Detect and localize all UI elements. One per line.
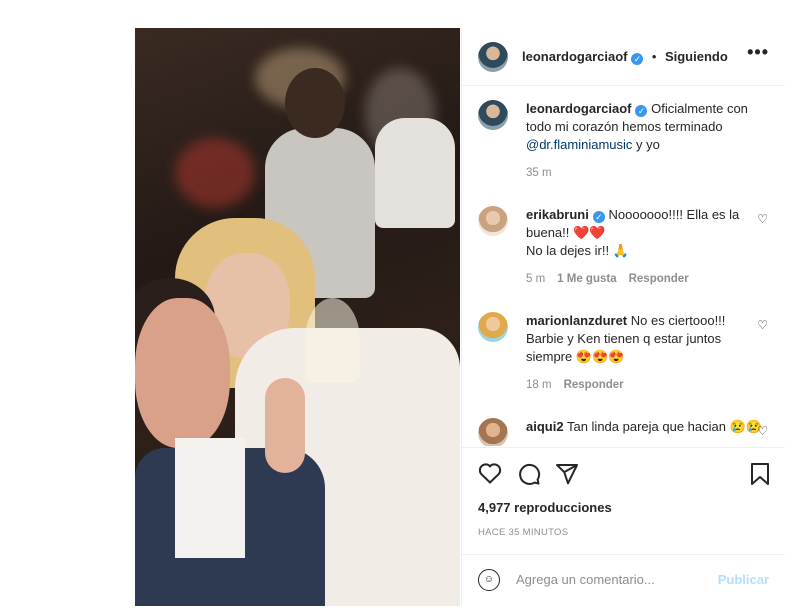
timestamp[interactable]: 18 m [526, 379, 552, 391]
verified-icon: ✓ [592, 211, 605, 223]
verified-icon: ✓ [635, 105, 648, 117]
caption-text-end: y yo [632, 137, 660, 152]
comment-body: erikabruni ✓ Nooooooo!!!! Ella es la buen… [526, 206, 762, 288]
comment-text-line2: No la dejes ir!! 🙏 [526, 243, 629, 258]
avatar[interactable] [478, 206, 508, 236]
reply-button[interactable]: Responder [564, 379, 624, 391]
heart-icon[interactable] [478, 462, 502, 490]
comment-input[interactable]: Agrega un comentario... [516, 572, 655, 587]
bookmark-icon[interactable] [750, 462, 770, 492]
post-panel: leonardogarciaof ✓ • Siguiendo ••• leonar… [461, 28, 785, 606]
username-link[interactable]: aiqui2 [526, 419, 564, 434]
caption-meta: 35 m [526, 164, 762, 182]
comment-item: aiqui2 Tan linda pareja que hacian 😢😢 ♡ [478, 418, 768, 446]
username-link[interactable]: erikabruni [526, 207, 589, 222]
likes-count[interactable]: 1 Me gusta [557, 273, 616, 285]
comment-body: marionlanzduret No es ciertooo!!! Barbie… [526, 312, 762, 394]
avatar[interactable] [478, 418, 508, 446]
separator-dot: • [651, 48, 657, 64]
username-link[interactable]: leonardogarciaof [522, 49, 627, 64]
post-header: leonardogarciaof ✓ • Siguiendo ••• [462, 28, 785, 86]
avatar[interactable] [478, 100, 508, 130]
mention-link[interactable]: @dr.flaminiamusic [526, 137, 632, 152]
comment-text: Tan linda pareja que hacian 😢😢 [566, 419, 762, 434]
header-user: leonardogarciaof ✓ • Siguiendo [522, 48, 728, 66]
views-count[interactable]: 4,977 reproducciones [478, 500, 612, 515]
comment-item: marionlanzduret No es ciertooo!!! Barbie… [478, 312, 768, 407]
comment-like-heart-icon[interactable]: ♡ [757, 212, 768, 226]
verified-icon: ✓ [631, 52, 644, 65]
username-link[interactable]: leonardogarciaof [526, 101, 631, 116]
comment-like-heart-icon[interactable]: ♡ [757, 318, 768, 332]
comment-meta: 18 m Responder [526, 376, 762, 394]
avatar[interactable] [478, 41, 508, 72]
caption: leonardogarciaof ✓ Oficialmente con todo … [478, 100, 768, 190]
timestamp[interactable]: 35 m [526, 167, 552, 179]
post-photo[interactable] [135, 28, 460, 606]
reply-button[interactable]: Responder [629, 273, 689, 285]
username-link[interactable]: marionlanzduret [526, 313, 627, 328]
send-icon[interactable] [555, 462, 579, 492]
publish-button[interactable]: Publicar [718, 572, 769, 587]
caption-body: leonardogarciaof ✓ Oficialmente con todo … [526, 100, 762, 182]
comment-meta: 5 m 1 Me gusta Responder [526, 270, 762, 288]
comment-icon[interactable] [517, 462, 541, 492]
comment-like-heart-icon[interactable]: ♡ [757, 424, 768, 438]
add-comment-bar: ☺ Agrega un comentario... Publicar [462, 554, 785, 607]
post-time[interactable]: HACE 35 MINUTOS [478, 527, 568, 538]
comment-item: erikabruni ✓ Nooooooo!!!! Ella es la buen… [478, 206, 768, 301]
comment-body: aiqui2 Tan linda pareja que hacian 😢😢 [526, 418, 762, 436]
avatar[interactable] [478, 312, 508, 342]
comments-list: leonardogarciaof ✓ Oficialmente con todo … [462, 86, 785, 446]
action-bar [462, 447, 785, 508]
following-button[interactable]: Siguiendo [665, 49, 728, 64]
timestamp[interactable]: 5 m [526, 273, 545, 285]
emoji-icon[interactable]: ☺ [478, 569, 500, 591]
more-dots-icon[interactable]: ••• [747, 42, 769, 63]
